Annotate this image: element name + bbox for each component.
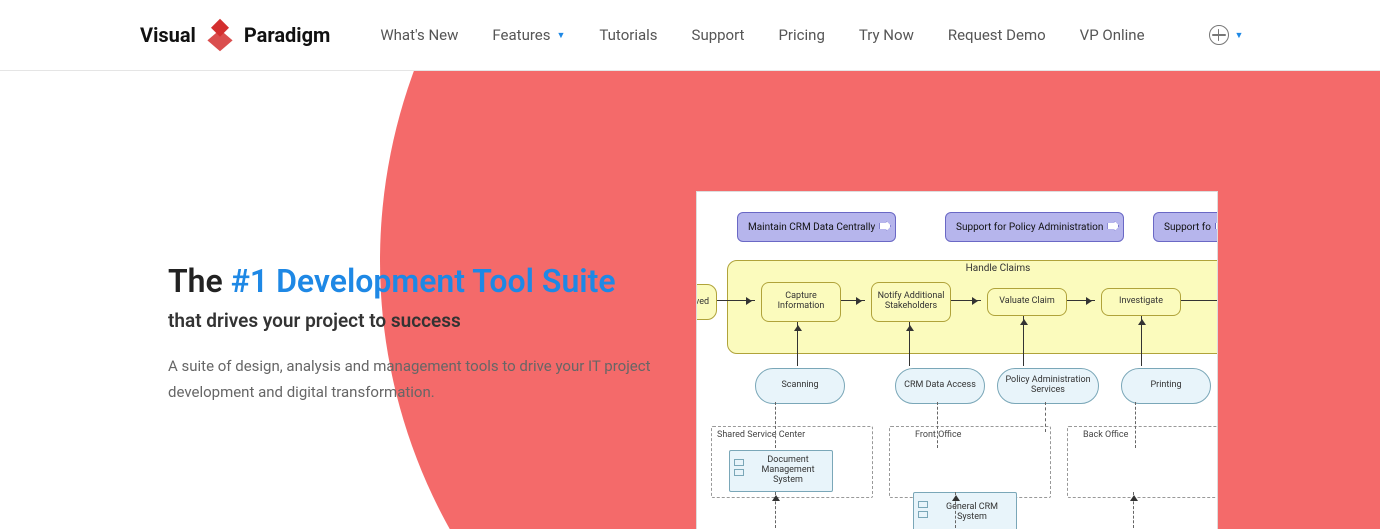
connector bbox=[1141, 316, 1142, 366]
start-event: ved bbox=[696, 284, 717, 320]
nav-whats-new[interactable]: What's New bbox=[380, 26, 458, 44]
nav-support[interactable]: Support bbox=[692, 26, 745, 44]
nav-try-now[interactable]: Try Now bbox=[859, 26, 914, 44]
nav-request-demo[interactable]: Request Demo bbox=[948, 26, 1046, 44]
chevron-down-icon: ▼ bbox=[556, 30, 565, 41]
hero-subtitle: that drives your project to success bbox=[168, 309, 688, 332]
lane-title: Handle Claims bbox=[728, 261, 1218, 274]
svc-crm-data: CRM Data Access bbox=[895, 368, 985, 404]
connector bbox=[1067, 300, 1095, 301]
connector bbox=[717, 300, 755, 301]
connector-dashed bbox=[775, 492, 776, 528]
groupbox-front bbox=[889, 426, 1051, 498]
act-capture: Capture Information bbox=[761, 282, 841, 322]
globe-icon bbox=[1209, 25, 1229, 45]
connector bbox=[951, 300, 981, 301]
brand-logo[interactable]: Visual Paradigm bbox=[140, 17, 330, 53]
hero-copy: The #1 Development Tool Suite that drive… bbox=[168, 261, 688, 405]
connector bbox=[1023, 316, 1024, 366]
main-header: Visual Paradigm What's New Features▼ Tut… bbox=[0, 0, 1380, 71]
language-selector[interactable]: ▼ bbox=[1209, 25, 1244, 45]
act-valuate: Valuate Claim bbox=[987, 288, 1067, 316]
comp-doc-mgmt: Document Management System bbox=[729, 450, 833, 492]
hero-description: A suite of design, analysis and manageme… bbox=[168, 354, 688, 405]
connector-dashed bbox=[955, 492, 956, 528]
connector bbox=[1181, 300, 1218, 301]
bp-support-partial: Support fo bbox=[1153, 212, 1218, 242]
hero-section: The #1 Development Tool Suite that drive… bbox=[0, 71, 1380, 529]
connector bbox=[841, 300, 865, 301]
nav-pricing[interactable]: Pricing bbox=[778, 26, 824, 44]
svc-scanning: Scanning bbox=[755, 368, 845, 404]
groupbox-back bbox=[1067, 426, 1218, 498]
chevron-down-icon: ▼ bbox=[1235, 30, 1244, 41]
bp-support-policy: Support for Policy Administration bbox=[945, 212, 1124, 242]
nav-features[interactable]: Features▼ bbox=[492, 26, 565, 44]
hero-diagram: Maintain CRM Data Centrally Support for … bbox=[696, 191, 1218, 529]
act-investigate: Investigate bbox=[1101, 288, 1181, 316]
act-notify: Notify Additional Stakeholders bbox=[871, 282, 951, 322]
connector bbox=[909, 322, 910, 366]
svc-policy-admin: Policy Administration Services bbox=[997, 368, 1099, 404]
svc-printing: Printing bbox=[1121, 368, 1211, 404]
comp-gen-crm: General CRM System bbox=[913, 492, 1017, 529]
hero-title: The #1 Development Tool Suite bbox=[168, 261, 688, 301]
connector-dashed bbox=[1133, 492, 1134, 528]
nav-tutorials[interactable]: Tutorials bbox=[599, 26, 657, 44]
connector-dashed bbox=[1045, 402, 1046, 432]
connector bbox=[797, 322, 798, 366]
main-nav: What's New Features▼ Tutorials Support P… bbox=[380, 25, 1243, 45]
bp-maintain-crm: Maintain CRM Data Centrally bbox=[737, 212, 896, 242]
connector-dashed bbox=[775, 402, 776, 448]
logo-icon bbox=[202, 17, 238, 53]
logo-text-right: Paradigm bbox=[244, 23, 331, 47]
logo-text-left: Visual bbox=[140, 23, 196, 47]
nav-vp-online[interactable]: VP Online bbox=[1080, 26, 1145, 44]
connector-dashed bbox=[937, 402, 938, 448]
connector-dashed bbox=[1135, 402, 1136, 448]
